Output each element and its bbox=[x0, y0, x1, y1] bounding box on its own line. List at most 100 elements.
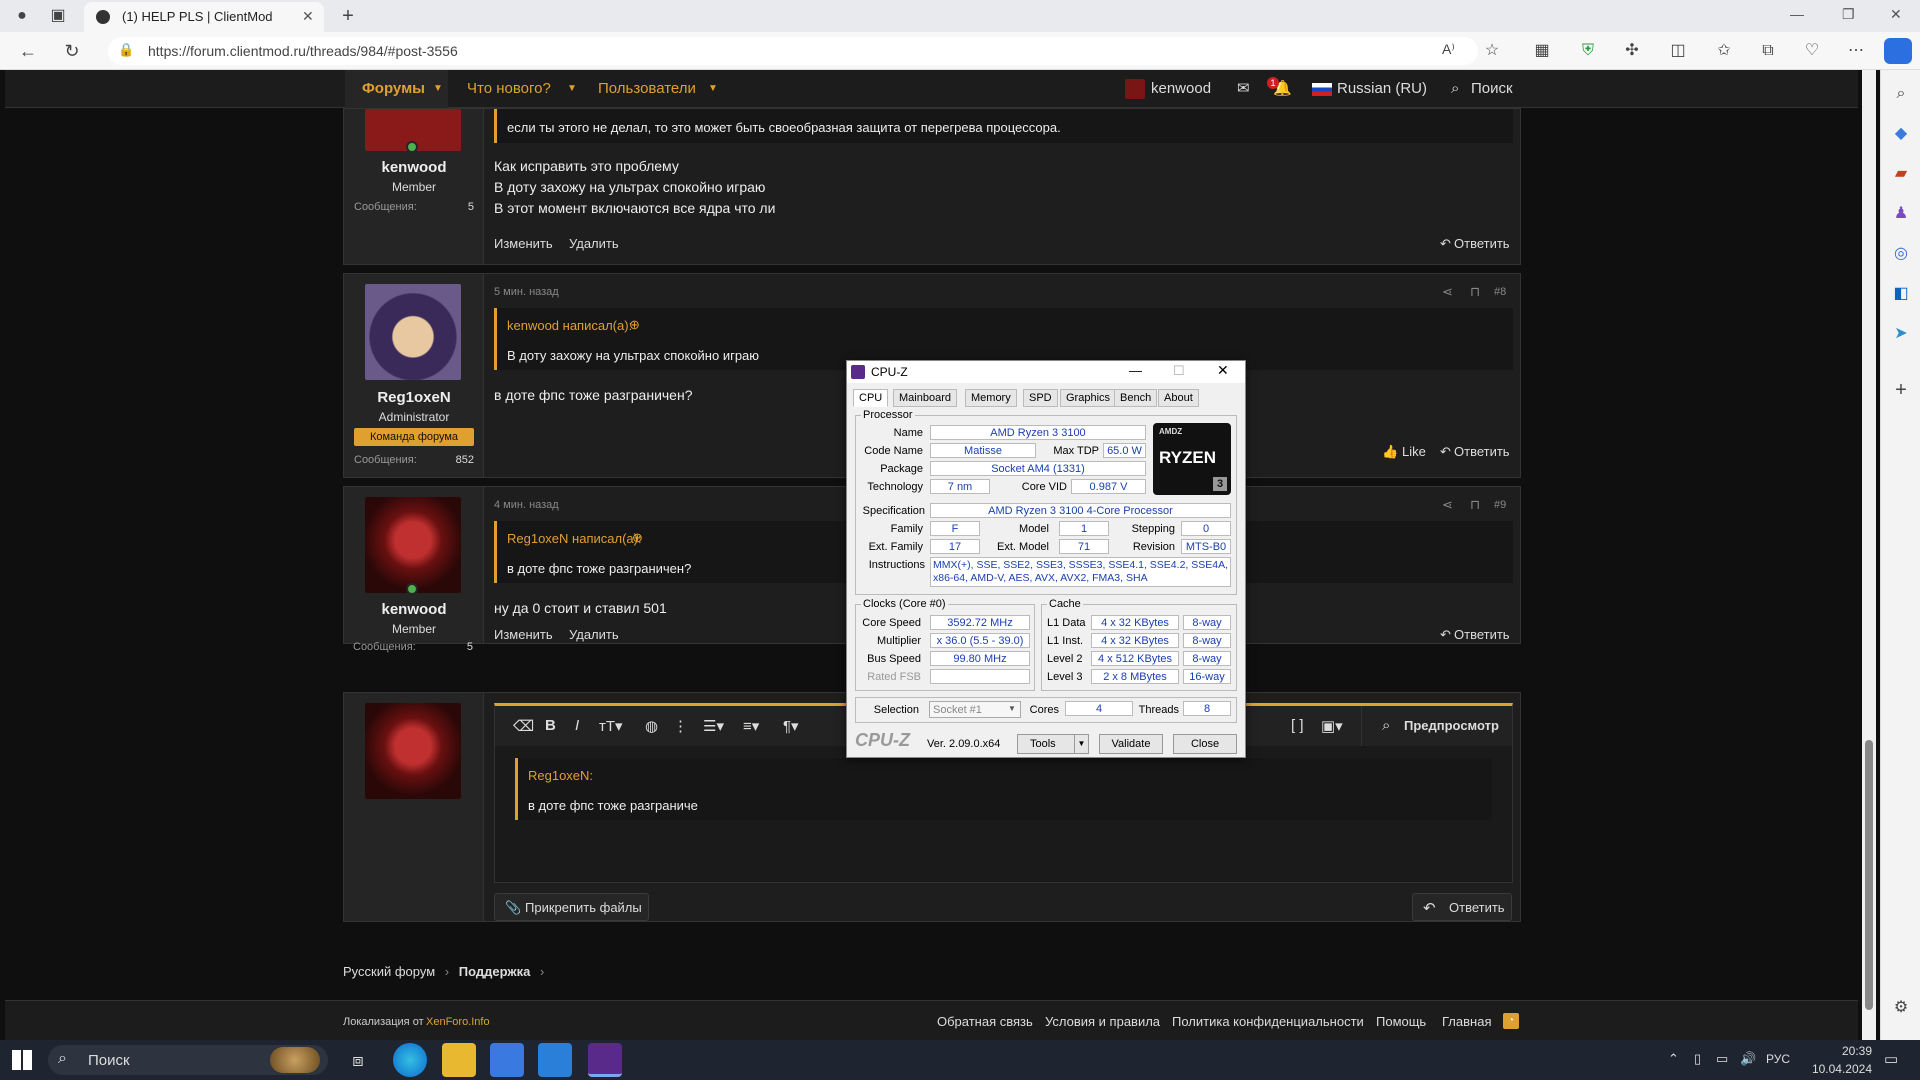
edit-button[interactable]: Изменить bbox=[494, 236, 553, 251]
post-author[interactable]: kenwood bbox=[344, 601, 484, 618]
reply-icon[interactable]: ↶ bbox=[1440, 236, 1451, 252]
post-number[interactable]: #8 bbox=[1494, 286, 1506, 298]
editor-quote[interactable]: Reg1oxeN: в доте фпс тоже разграниче bbox=[515, 758, 1492, 820]
list-icon[interactable]: ☰▾ bbox=[703, 717, 724, 735]
drafts-icon[interactable]: ▣▾ bbox=[1321, 717, 1343, 735]
breadcrumb-current[interactable]: Поддержка bbox=[459, 964, 531, 979]
new-tab-icon[interactable]: + bbox=[334, 2, 362, 30]
refresh-icon[interactable]: ↻ bbox=[58, 37, 86, 65]
tab-actions-icon[interactable]: ▣ bbox=[44, 2, 72, 30]
windows-start-icon[interactable] bbox=[12, 1050, 32, 1070]
paragraph-icon[interactable]: ¶▾ bbox=[783, 717, 799, 735]
rss-icon[interactable]: ◔ bbox=[1503, 1013, 1519, 1029]
cpuz-validate-button[interactable]: Validate bbox=[1099, 734, 1163, 754]
cpuz-tab-mainboard[interactable]: Mainboard bbox=[893, 389, 957, 407]
breadcrumb-root[interactable]: Русский форум bbox=[343, 964, 435, 979]
edge-browser-icon[interactable] bbox=[393, 1043, 427, 1077]
cpuz-tab-about[interactable]: About bbox=[1158, 389, 1199, 407]
bell-icon[interactable]: 🔔 bbox=[1273, 70, 1292, 108]
input-language[interactable]: РУС bbox=[1766, 1052, 1790, 1066]
sidebar-settings-icon[interactable]: ⚙ bbox=[1887, 994, 1915, 1022]
like-icon[interactable]: 👍 bbox=[1382, 444, 1398, 460]
extensions-puzzle-icon[interactable]: ✣ bbox=[1618, 37, 1646, 65]
cpuz-taskbar-icon[interactable] bbox=[588, 1043, 622, 1077]
close-tab-icon[interactable]: ✕ bbox=[302, 8, 314, 25]
sidebar-games-icon[interactable]: ♟ bbox=[1887, 200, 1915, 228]
search-icon[interactable]: ⌕ bbox=[1451, 70, 1459, 108]
post-time[interactable]: 4 мин. назад bbox=[494, 499, 559, 511]
post-author[interactable]: Reg1oxeN bbox=[344, 389, 484, 406]
cpuz-selection-dropdown[interactable]: Socket #1 ▼ bbox=[929, 701, 1021, 718]
post-author[interactable]: kenwood bbox=[344, 159, 484, 176]
bbcode-toggle-icon[interactable]: [ ] bbox=[1291, 717, 1304, 734]
restore-icon[interactable]: ❐ bbox=[1842, 6, 1855, 23]
cpuz-tab-bench[interactable]: Bench bbox=[1114, 389, 1158, 407]
post-number[interactable]: #9 bbox=[1494, 499, 1506, 511]
cpuz-tab-graphics[interactable]: Graphics bbox=[1060, 389, 1117, 407]
like-button[interactable]: Like bbox=[1402, 444, 1426, 459]
footer-link-privacy[interactable]: Политика конфиденциальности bbox=[1172, 1014, 1364, 1029]
browser-essentials-icon[interactable]: ♡ bbox=[1798, 37, 1826, 65]
more-options-icon[interactable]: ⋮ bbox=[673, 717, 688, 735]
italic-icon[interactable]: I bbox=[575, 717, 579, 734]
minimize-icon[interactable]: — bbox=[1129, 363, 1142, 378]
microsoft-store-icon[interactable] bbox=[490, 1043, 524, 1077]
network-icon[interactable]: ▭ bbox=[1716, 1051, 1728, 1067]
nav-language[interactable]: Russian (RU) bbox=[1337, 70, 1427, 108]
chevron-down-icon[interactable]: ▼ bbox=[708, 70, 718, 108]
nav-users[interactable]: Пользователи bbox=[598, 70, 696, 108]
favorite-star-icon[interactable]: ☆ bbox=[1478, 37, 1506, 65]
volume-icon[interactable]: 🔊 bbox=[1740, 1051, 1756, 1067]
minimize-icon[interactable]: — bbox=[1790, 6, 1804, 22]
extension-icon[interactable]: ▦ bbox=[1528, 37, 1556, 65]
cpuz-tools-button[interactable]: Tools ▼ bbox=[1017, 734, 1089, 754]
copilot-icon[interactable] bbox=[1884, 38, 1912, 64]
reply-icon[interactable]: ↶ bbox=[1440, 627, 1451, 643]
chevron-down-icon[interactable]: ▼ bbox=[433, 70, 443, 108]
sidebar-send-icon[interactable]: ➤ bbox=[1887, 320, 1915, 348]
cpuz-tab-cpu[interactable]: CPU bbox=[853, 389, 889, 407]
clock-date[interactable]: 10.04.2024 bbox=[1800, 1062, 1872, 1076]
page-scrollbar[interactable] bbox=[1862, 70, 1876, 1040]
mail-app-icon[interactable] bbox=[538, 1043, 572, 1077]
nav-user-avatar[interactable] bbox=[1125, 79, 1145, 99]
sidebar-copilot-icon[interactable]: ◎ bbox=[1887, 240, 1915, 268]
submit-reply-button[interactable]: ↶ Ответить bbox=[1412, 893, 1512, 921]
chevron-down-icon[interactable]: ▼ bbox=[567, 70, 577, 108]
notifications-icon[interactable]: ▭ bbox=[1884, 1050, 1898, 1068]
nav-forums-tab[interactable]: Форумы ▼ bbox=[345, 70, 448, 108]
sidebar-shopping-icon[interactable]: ◆ bbox=[1887, 120, 1915, 148]
footer-link-terms[interactable]: Условия и правила bbox=[1045, 1014, 1160, 1029]
bookmark-icon[interactable]: ⊓ bbox=[1470, 497, 1480, 513]
shield-extension-icon[interactable]: ⛨ bbox=[1574, 37, 1602, 65]
more-menu-icon[interactable]: ⋯ bbox=[1842, 37, 1870, 65]
reply-button[interactable]: Ответить bbox=[1454, 444, 1510, 459]
share-icon[interactable]: ⋖ bbox=[1442, 284, 1453, 300]
nav-search[interactable]: Поиск bbox=[1471, 70, 1513, 108]
profile-icon[interactable]: ● bbox=[8, 2, 36, 30]
localization-link[interactable]: XenForo.Info bbox=[426, 1016, 490, 1028]
go-to-post-icon[interactable]: ⊕ bbox=[629, 317, 640, 333]
cpuz-tab-memory[interactable]: Memory bbox=[965, 389, 1017, 407]
lock-icon[interactable]: 🔒 bbox=[118, 42, 134, 58]
post-time[interactable]: 5 мин. назад bbox=[494, 286, 559, 298]
task-view-icon[interactable]: ⧈ bbox=[341, 1043, 375, 1077]
address-bar[interactable]: 🔒 https://forum.clientmod.ru/threads/984… bbox=[108, 37, 1478, 65]
color-palette-icon[interactable]: ◍ bbox=[645, 717, 658, 735]
avatar[interactable] bbox=[365, 497, 461, 593]
quote-author[interactable]: Reg1oxeN написал(а): bbox=[507, 531, 642, 546]
delete-button[interactable]: Удалить bbox=[569, 236, 619, 251]
bookmark-icon[interactable]: ⊓ bbox=[1470, 284, 1480, 300]
footer-link-help[interactable]: Помощь bbox=[1376, 1014, 1426, 1029]
font-size-icon[interactable]: тT▾ bbox=[599, 717, 623, 735]
collections-icon[interactable]: ⧉ bbox=[1754, 37, 1782, 65]
split-screen-icon[interactable]: ◫ bbox=[1664, 37, 1692, 65]
nav-whats-new[interactable]: Что нового? bbox=[467, 70, 551, 108]
back-icon[interactable]: ← bbox=[14, 37, 42, 65]
reply-icon[interactable]: ↶ bbox=[1440, 444, 1451, 460]
reply-button[interactable]: Ответить bbox=[1454, 236, 1510, 251]
close-window-icon[interactable]: ✕ bbox=[1217, 362, 1229, 379]
footer-link-home[interactable]: Главная bbox=[1442, 1014, 1491, 1029]
share-icon[interactable]: ⋖ bbox=[1442, 497, 1453, 513]
bold-icon[interactable]: B bbox=[545, 717, 556, 734]
